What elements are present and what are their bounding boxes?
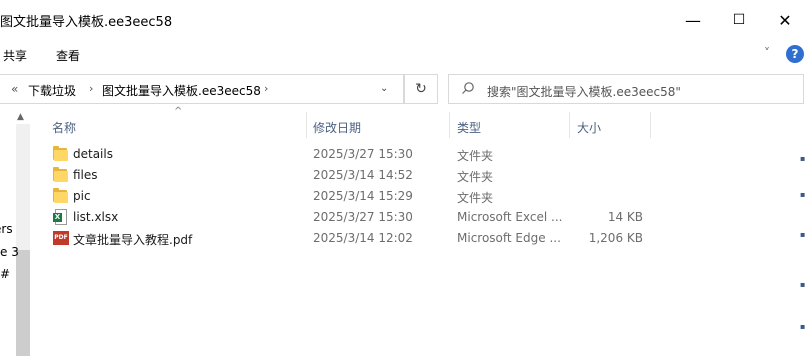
file-row[interactable]: pic 2025/3/14 15:29 文件夹 [40,186,800,207]
edge-mark: ▪ [800,322,806,331]
column-header-date[interactable]: 修改日期 [313,119,361,136]
tab-share[interactable]: 共享 [3,47,27,64]
column-divider[interactable] [306,112,307,138]
file-type: 文件夹 [457,170,494,184]
navigation-pane: ▲ ers e 3 # [0,110,32,356]
column-divider[interactable] [650,112,651,138]
refresh-button[interactable]: ↻ [404,74,438,104]
nav-scrollbar-thumb[interactable] [16,250,30,356]
column-divider[interactable] [449,112,450,138]
scroll-up-icon[interactable]: ▲ [17,112,24,122]
file-name: list.xlsx [73,210,119,224]
file-row[interactable]: X list.xlsx 2025/3/27 15:30 Microsoft Ex… [40,207,800,228]
file-row[interactable]: PDF 文章批量导入教程.pdf 2025/3/14 12:02 Microso… [40,228,800,249]
nav-item[interactable]: # [0,267,10,281]
refresh-icon: ↻ [415,81,427,97]
column-header-type[interactable]: 类型 [457,119,481,136]
address-row: « 下载垃圾 › 图文批量导入模板.ee3eec58 › ⌄ ↻ 搜索"图文批量… [0,70,808,110]
tab-view[interactable]: 查看 [56,47,80,64]
column-divider[interactable] [569,112,570,138]
file-type: 文件夹 [457,149,494,163]
minimize-button[interactable]: — [670,0,716,40]
search-placeholder: 搜索"图文批量导入模板.ee3eec58" [487,85,681,99]
breadcrumb-separator-icon[interactable]: › [89,82,93,95]
file-type: 文件夹 [457,191,494,205]
file-date: 2025/3/14 15:29 [313,189,413,203]
column-header-size[interactable]: 大小 [577,119,601,136]
column-header-name[interactable]: 名称 [52,119,76,136]
file-name: files [73,168,98,182]
file-row[interactable]: details 2025/3/27 15:30 文件夹 [40,144,800,165]
close-button[interactable]: ✕ [762,0,808,40]
file-type: Microsoft Edge ... [457,231,561,245]
search-input[interactable]: 搜索"图文批量导入模板.ee3eec58" [448,74,804,104]
help-icon[interactable]: ? [786,45,804,63]
file-row[interactable]: files 2025/3/14 14:52 文件夹 [40,165,800,186]
title-bar: 图文批量导入模板.ee3eec58 — ☐ ✕ [0,0,808,40]
sort-ascending-icon: ^ [174,106,183,117]
edge-mark: ▪ [800,154,806,163]
history-chevron-icon[interactable]: « [11,82,18,96]
file-size: 1,206 KB [588,231,643,245]
file-type: Microsoft Excel ... [457,210,563,224]
excel-file-icon: X [53,209,69,225]
file-size: 14 KB [607,210,643,224]
ribbon: 共享 查看 ˅ ? [0,40,808,70]
address-dropdown-icon[interactable]: ⌄ [380,83,388,94]
edge-mark: ▪ [800,280,806,289]
folder-icon [53,167,69,183]
ribbon-expand-icon[interactable]: ˅ [764,46,770,60]
address-bar[interactable]: « 下载垃圾 › 图文批量导入模板.ee3eec58 › ⌄ [0,74,404,104]
file-date: 2025/3/14 12:02 [313,231,413,245]
edge-mark: ▪ [800,190,806,199]
breadcrumb-downloads-trash[interactable]: 下载垃圾 [28,82,76,99]
folder-icon [53,146,69,162]
folder-icon [53,188,69,204]
file-date: 2025/3/27 15:30 [313,147,413,161]
nav-item[interactable]: e 3 [0,245,19,259]
edge-mark: ▪ [800,230,806,239]
file-date: 2025/3/27 15:30 [313,210,413,224]
file-name: details [73,147,113,161]
maximize-button[interactable]: ☐ [716,0,762,40]
nav-item[interactable]: ers [0,222,13,236]
background-window-edge: ▪ ▪ ▪ ▪ ▪ [800,110,808,356]
file-date: 2025/3/14 14:52 [313,168,413,182]
column-headers: ^ 名称 修改日期 类型 大小 [40,106,800,138]
breadcrumb-current-folder[interactable]: 图文批量导入模板.ee3eec58 [102,82,261,99]
breadcrumb-separator-icon[interactable]: › [264,82,268,95]
search-icon [461,81,475,99]
file-name: pic [73,189,91,203]
window-title: 图文批量导入模板.ee3eec58 [0,15,173,30]
file-name: 文章批量导入教程.pdf [73,233,193,247]
file-list: details 2025/3/27 15:30 文件夹 files 2025/3… [40,144,800,249]
pdf-file-icon: PDF [53,230,69,246]
